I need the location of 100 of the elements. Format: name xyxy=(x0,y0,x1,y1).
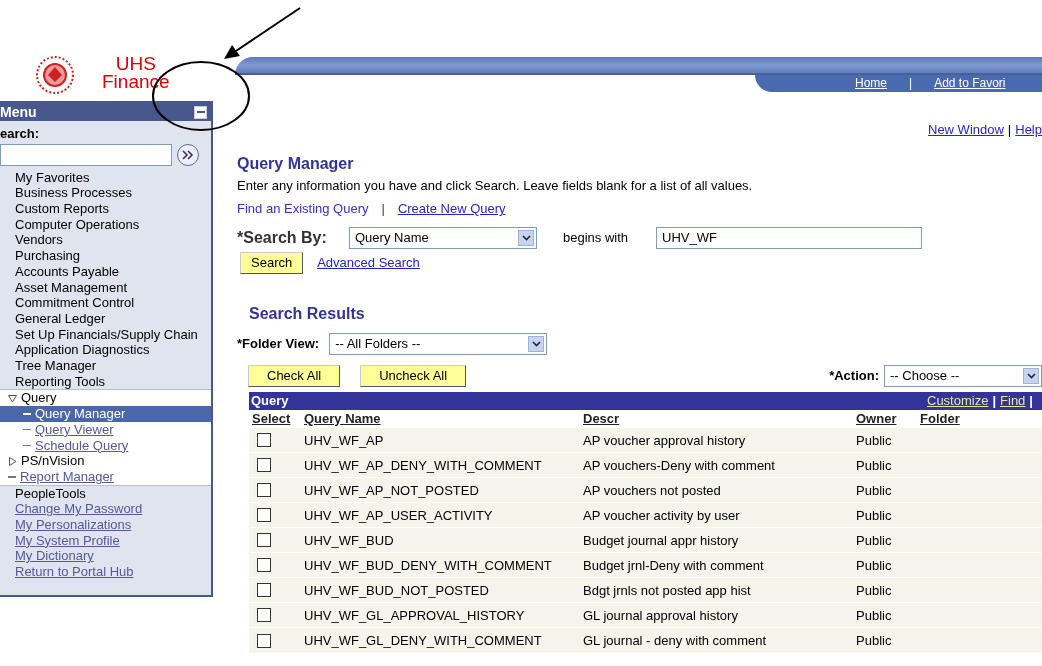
column-header[interactable]: Owner xyxy=(856,410,897,426)
table-cell: UHV_WF_GL_DENY_WITH_COMMENT xyxy=(304,632,542,648)
menu-item[interactable]: PeopleTools xyxy=(15,485,211,502)
table-cell: UHV_WF_BUD_NOT_POSTED xyxy=(304,582,489,598)
menu-item[interactable]: Accounts Payable xyxy=(15,263,211,280)
tab-link[interactable]: Find an Existing Query xyxy=(237,201,369,217)
menu-item[interactable]: Application Diagnostics xyxy=(15,342,211,359)
collapse-icon[interactable] xyxy=(194,105,207,119)
menu-item[interactable]: Reporting Tools xyxy=(15,373,211,390)
menu-title: Menu xyxy=(0,103,37,121)
triangle-right-icon[interactable] xyxy=(8,456,17,466)
table-cell: Public xyxy=(856,457,892,473)
top-link[interactable]: Help xyxy=(1015,122,1042,137)
search-field[interactable]: UHV_WF xyxy=(656,226,923,249)
checkbox[interactable] xyxy=(257,433,271,448)
checkbox[interactable] xyxy=(257,508,271,523)
menu-link[interactable]: Report Manager xyxy=(20,468,114,485)
menu-item[interactable]: Set Up Financials/Supply Chain xyxy=(15,326,211,343)
menu-link[interactable]: My Dictionary xyxy=(15,548,211,565)
separator: | xyxy=(992,392,997,408)
menu-item[interactable]: General Ledger xyxy=(15,310,211,327)
menu-link[interactable]: My Personalizations xyxy=(15,517,211,533)
action-dropdown[interactable]: -- Choose -- xyxy=(884,364,1042,387)
search-label: earch: xyxy=(0,125,41,143)
table-cell: Public xyxy=(856,482,892,498)
menu-item[interactable]: Business Processes xyxy=(15,185,211,201)
dash-icon xyxy=(23,413,31,415)
table-cell: Public xyxy=(856,532,892,548)
grid-link[interactable]: Find xyxy=(1000,392,1026,408)
search-by-dropdown[interactable]: Query Name xyxy=(349,226,537,249)
dash-icon xyxy=(23,428,31,431)
tab-link[interactable]: Create New Query xyxy=(397,201,506,217)
separator: | xyxy=(1029,392,1033,408)
table-cell: Bdgt jrnls not posted app hist xyxy=(583,582,751,598)
checkbox[interactable] xyxy=(257,483,271,498)
table-cell: GL journal approval history xyxy=(583,607,738,623)
table-cell: Public xyxy=(856,632,892,648)
checkbox[interactable] xyxy=(257,633,271,648)
page-title: Query Manager xyxy=(237,153,355,173)
menu-item[interactable]: My Favorites xyxy=(15,169,211,186)
table-cell: UHV_WF_AP_USER_ACTIVITY xyxy=(304,507,493,523)
dash-icon xyxy=(23,444,31,447)
menu-link[interactable]: Query Viewer xyxy=(35,421,114,438)
grid-button[interactable]: Uncheck All xyxy=(360,364,467,387)
grid-title: Query xyxy=(251,392,289,409)
table-cell: Budget jrnl-Deny with comment xyxy=(583,557,764,573)
separator: | xyxy=(381,201,385,217)
operator-label: begins with xyxy=(563,230,629,246)
menu-item[interactable]: Purchasing xyxy=(15,248,211,264)
menu-item[interactable]: Computer Operations xyxy=(15,216,211,233)
search-button[interactable]: Search xyxy=(240,251,304,274)
menu-link[interactable]: Change My Password xyxy=(15,501,211,518)
folder-view-label: *Folder View: xyxy=(237,335,320,352)
checkbox[interactable] xyxy=(257,533,271,548)
table-cell: UHV_WF_AP xyxy=(304,432,384,448)
header-link[interactable]: Add to Favori xyxy=(934,76,1006,91)
checkbox[interactable] xyxy=(257,583,271,598)
advanced-search-link[interactable]: Advanced Search xyxy=(317,254,420,271)
section-title: Search Results xyxy=(249,303,366,323)
go-icon[interactable] xyxy=(177,143,199,166)
top-link[interactable]: New Window xyxy=(928,122,1004,137)
table-cell: AP vouchers-Deny with comment xyxy=(583,457,775,473)
menu-item[interactable]: Tree Manager xyxy=(15,358,211,374)
menu-link[interactable]: Schedule Query xyxy=(35,437,129,454)
table-cell: Public xyxy=(856,557,892,573)
table-cell: Public xyxy=(856,582,892,598)
menu-item[interactable]: Custom Reports xyxy=(15,201,211,217)
action-label: *Action: xyxy=(829,367,879,384)
table-cell: Public xyxy=(856,607,892,623)
table-cell: Budget journal appr history xyxy=(583,532,739,548)
table-cell: Public xyxy=(856,432,892,448)
table-cell: AP voucher activity by user xyxy=(583,507,740,523)
header-link[interactable]: Home xyxy=(855,76,887,91)
checkbox[interactable] xyxy=(257,458,271,473)
column-header[interactable]: Query Name xyxy=(304,410,381,426)
table-cell: UHV_WF_BUD xyxy=(304,532,394,548)
triangle-down-icon[interactable] xyxy=(8,393,17,403)
menu-link[interactable]: Query Manager xyxy=(35,406,126,422)
column-header[interactable]: Folder xyxy=(920,410,960,426)
checkbox[interactable] xyxy=(257,558,271,573)
menu-search-field[interactable] xyxy=(0,143,172,166)
table-cell: AP vouchers not posted xyxy=(583,482,721,498)
menu-item[interactable]: Commitment Control xyxy=(15,295,211,311)
table-cell: AP voucher approval history xyxy=(583,432,746,448)
menu-item[interactable]: Query xyxy=(21,390,57,407)
grid-link[interactable]: Customize xyxy=(927,392,989,408)
table-cell: UHV_WF_AP_NOT_POSTED xyxy=(304,482,479,498)
grid-button[interactable]: Check All xyxy=(248,364,341,387)
separator: | xyxy=(909,76,913,91)
instructions: Enter any information you have and click Search. Leave fields blank for a list of all values. xyxy=(237,177,754,194)
separator: | xyxy=(1007,122,1012,137)
table-cell: UHV_WF_GL_APPROVAL_HISTORY xyxy=(304,607,525,623)
menu-link[interactable]: My System Profile xyxy=(15,532,211,549)
menu-link[interactable]: Return to Portal Hub xyxy=(15,564,211,580)
checkbox[interactable] xyxy=(257,608,271,623)
folder-view-dropdown[interactable]: -- All Folders -- xyxy=(329,332,548,355)
menu-item[interactable]: Asset Management xyxy=(15,279,211,296)
column-header[interactable]: Descr xyxy=(583,410,620,426)
menu-item[interactable]: Vendors xyxy=(15,232,211,249)
menu-item[interactable]: PS/nVision xyxy=(21,453,85,469)
